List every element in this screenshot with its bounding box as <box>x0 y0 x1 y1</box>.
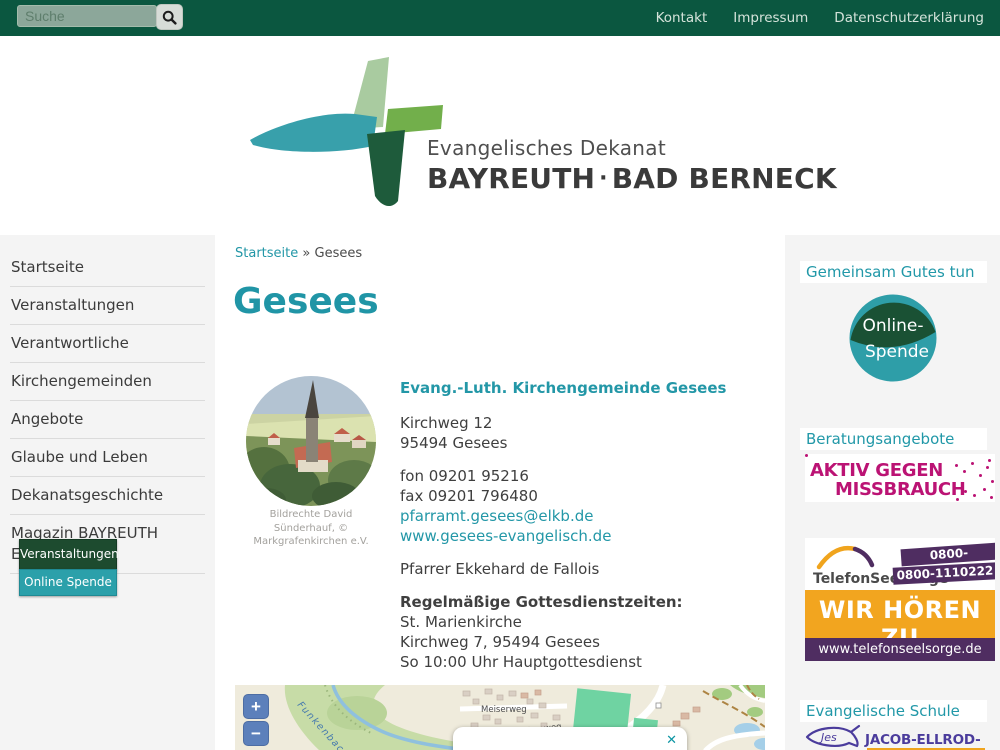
aktiv-gegen-missbrauch-banner[interactable]: AKTIV GEGEN MISSBRAUCH <box>805 454 995 502</box>
address-line-1: Kirchweg 12 <box>400 413 740 433</box>
ts-url: www.telefonseelsorge.de <box>805 638 995 661</box>
right-heading-beratung: Beratungsangebote <box>800 428 987 450</box>
map-popup: ✕ <box>453 727 687 750</box>
ts-arc-icon <box>811 541 877 571</box>
sidebar-item-dekanatsgeschichte[interactable]: Dekanatsgeschichte <box>10 477 205 515</box>
search-input[interactable] <box>17 5 157 27</box>
search-button[interactable] <box>156 4 183 30</box>
top-bar: Kontakt Impressum Datenschutzerklärung <box>0 0 1000 36</box>
sidebar-item-glaube-und-leben[interactable]: Glaube und Leben <box>10 439 205 477</box>
telefonseelsorge-banner[interactable]: TelefonSeelsorge 0800-1110111 0800-11102… <box>805 538 995 661</box>
aktiv-dots-decoration <box>805 454 808 457</box>
sidebar-item-verantwortliche[interactable]: Verantwortliche <box>10 325 205 363</box>
breadcrumb-separator: » <box>302 246 310 261</box>
school-fish-icon: Jes <box>803 724 861 750</box>
sidebar-item-veranstaltungen[interactable]: Veranstaltungen <box>10 287 205 325</box>
brand-subtitle: Evangelisches Dekanat <box>427 136 837 160</box>
address-line-2: 95494 Gesees <box>400 433 740 453</box>
svg-text:Jes: Jes <box>819 731 837 744</box>
email-link[interactable]: pfarramt.gesees@elkb.de <box>400 507 593 525</box>
sidebar-item-startseite[interactable]: Startseite <box>10 249 205 287</box>
sidebar-item-kirchengemeinden[interactable]: Kirchengemeinden <box>10 363 205 401</box>
brand-text: Evangelisches Dekanat BAYREUTH·BAD BERNE… <box>427 136 837 195</box>
school-logo-block[interactable]: Jes JACOB-ELLROD-SCHULE <box>803 724 993 750</box>
link-impressum[interactable]: Impressum <box>733 10 808 26</box>
breadcrumb-home-link[interactable]: Startseite <box>235 246 298 261</box>
website-link[interactable]: www.gesees-evangelisch.de <box>400 527 611 545</box>
online-donation-badge[interactable]: Online- Spende <box>849 294 937 382</box>
popup-close-icon[interactable]: ✕ <box>666 734 677 747</box>
fax: fax 09201 796480 <box>400 486 740 506</box>
sidebar-item-angebote[interactable]: Angebote <box>10 401 205 439</box>
service-time: So 10:00 Uhr Hauptgottesdienst <box>400 652 740 672</box>
left-sidebar: Startseite Veranstaltungen Verantwortlic… <box>0 235 215 750</box>
church-photo <box>246 376 376 506</box>
dekanat-logo-icon[interactable] <box>248 54 448 218</box>
link-datenschutz[interactable]: Datenschutzerklärung <box>834 10 984 26</box>
link-kontakt[interactable]: Kontakt <box>656 10 708 26</box>
map[interactable]: Meiserweg Lerchenweg Funkenbach + − ✕ <box>235 685 765 750</box>
breadcrumb: Startseite » Gesees <box>235 246 362 261</box>
right-sidebar: Gemeinsam Gutes tun Online- Spende Berat… <box>785 235 1000 750</box>
services-heading: Regelmäßige Gottesdienstzeiten: <box>400 592 740 612</box>
pastor: Pfarrer Ekkehard de Fallois <box>400 559 740 579</box>
search-icon <box>162 10 177 25</box>
topbar-links: Kontakt Impressum Datenschutzerklärung <box>656 0 984 36</box>
main-nav: Startseite Veranstaltungen Verantwortlic… <box>0 235 215 574</box>
site-header: Evangelisches Dekanat BAYREUTH·BAD BERNE… <box>0 36 1000 226</box>
breadcrumb-current: Gesees <box>315 246 363 261</box>
parish-contact: Evang.-Luth. Kirchengemeinde Gesees Kirc… <box>400 378 740 672</box>
map-street-label-1: Meiserweg <box>481 705 527 715</box>
right-heading-schule: Evangelische Schule <box>800 700 987 722</box>
service-address: Kirchweg 7, 95494 Gesees <box>400 632 740 652</box>
photo-caption: Bildrechte David Sünderhauf, © Markgrafe… <box>240 508 382 549</box>
page: Kontakt Impressum Datenschutzerklärung E… <box>0 0 1000 750</box>
page-title: Gesees <box>233 281 379 322</box>
map-zoom-in-button[interactable]: + <box>243 694 269 719</box>
brand-title: BAYREUTH·BAD BERNECK <box>427 162 837 195</box>
service-church: St. Marienkirche <box>400 612 740 632</box>
map-zoom-out-button[interactable]: − <box>243 721 269 746</box>
right-heading-gutes-tun: Gemeinsam Gutes tun <box>800 261 987 283</box>
donation-circle-icon <box>849 294 937 382</box>
brand-title-separator: · <box>595 166 612 191</box>
events-button[interactable]: Veranstaltungen <box>19 539 117 570</box>
parish-name-link[interactable]: Evang.-Luth. Kirchengemeinde Gesees <box>400 379 726 397</box>
online-donation-button[interactable]: Online Spende <box>19 569 117 596</box>
phone: fon 09201 95216 <box>400 466 740 486</box>
